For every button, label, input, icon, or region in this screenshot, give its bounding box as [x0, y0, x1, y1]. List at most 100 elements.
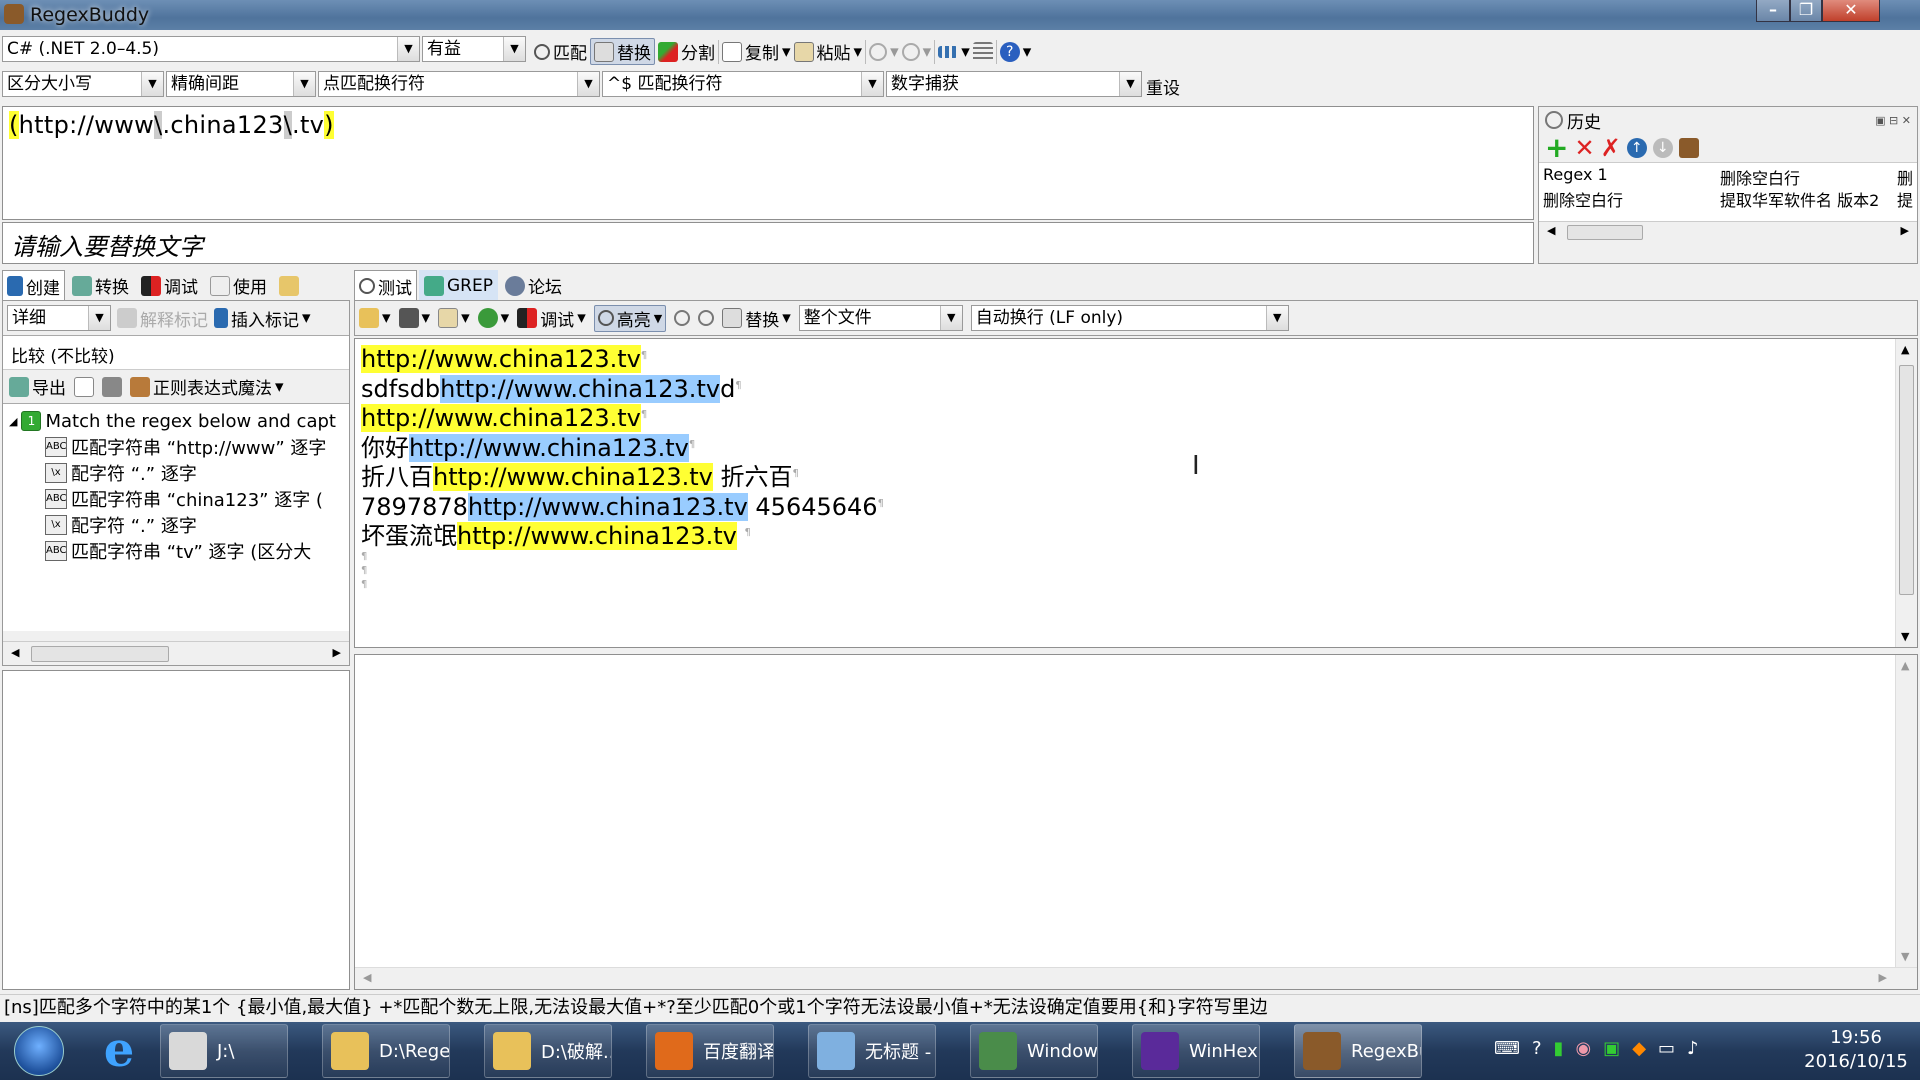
owl-icon[interactable]	[1678, 137, 1699, 158]
test-vscroll[interactable]: ▲ ▼	[1895, 339, 1917, 647]
undo-button[interactable]: ▾	[869, 42, 899, 62]
prev-match-button[interactable]	[674, 310, 691, 326]
insert-token-button[interactable]: 插入标记 ▾	[214, 306, 311, 331]
test-editor[interactable]: http://www.china123.tv¶ sdfsdbhttp://www.…	[354, 338, 1918, 648]
scope-select[interactable]: 整个文件 ▼	[798, 305, 963, 331]
tree-root[interactable]: ◢ 1 Match the regex below and capt	[9, 408, 343, 434]
tab-test[interactable]: 测试	[354, 270, 417, 301]
dot-select[interactable]: 点匹配换行符 ▼	[318, 71, 600, 97]
scroll-right-icon[interactable]: ▶	[333, 646, 341, 659]
minimize-button[interactable]: –	[1756, 0, 1790, 22]
next-match-button[interactable]	[698, 310, 715, 326]
capture-select[interactable]: 数字捕获 ▼	[886, 71, 1142, 97]
tray-app-icon[interactable]: ◆	[1632, 1038, 1646, 1059]
paste-test-button[interactable]: ▾	[438, 308, 470, 328]
scroll-left-icon[interactable]: ◀	[11, 646, 19, 659]
taskbar-button[interactable]: 无标题 - ...	[808, 1024, 936, 1078]
taskbar-button[interactable]: D:\Rege...	[322, 1024, 450, 1078]
add-icon[interactable]: +	[1545, 133, 1568, 161]
panel-controls-icon[interactable]: ▣ ⊟ ✕	[1875, 114, 1911, 127]
result-vscroll[interactable]: ▲ ▼	[1895, 655, 1917, 989]
tab-debug[interactable]: 调试	[136, 270, 203, 301]
regex-magic-button[interactable]: 正则表达式魔法 ▾	[130, 374, 284, 399]
maximize-button[interactable]: ❐	[1790, 0, 1822, 22]
options-button[interactable]	[972, 41, 993, 62]
scroll-thumb[interactable]	[1899, 365, 1914, 595]
refresh-button[interactable]: ▾	[477, 308, 509, 328]
mode-select[interactable]: 有益 ▼	[422, 36, 526, 62]
annotate-button[interactable]: 解释标记	[117, 306, 208, 331]
replace-input[interactable]: 请输入要替换文字	[2, 222, 1534, 264]
reset-button[interactable]: 重设	[1146, 74, 1180, 99]
tab-use[interactable]: 使用	[205, 270, 272, 301]
tab-library[interactable]	[274, 270, 304, 301]
replace-mode-button[interactable]: 替换	[590, 38, 655, 65]
debug-button[interactable]: 调试 ▾	[517, 306, 586, 331]
regex-editor[interactable]: (http://www\.china123\.tv)	[2, 106, 1534, 220]
case-select[interactable]: 区分大小写 ▼	[2, 71, 164, 97]
delete-icon[interactable]: ✕	[1574, 134, 1594, 162]
compare-field[interactable]: 比较 (不比较)	[3, 335, 349, 369]
tree-item[interactable]: ABC 匹配字符串 “http://www” 逐字	[9, 434, 343, 460]
scroll-right-icon[interactable]: ▶	[1901, 224, 1909, 237]
tree-item[interactable]: \x 配字符 “.” 逐字	[9, 460, 343, 486]
tree-item[interactable]: \x 配字符 “.” 逐字	[9, 512, 343, 538]
network-icon[interactable]: ▭	[1658, 1038, 1675, 1059]
scroll-down-icon[interactable]: ▼	[1901, 950, 1909, 963]
history-hscroll[interactable]: ◀ ▶	[1539, 221, 1917, 243]
paste-button[interactable]: 粘贴 ▾	[793, 39, 862, 64]
scroll-left-icon[interactable]: ◀	[1547, 224, 1555, 237]
replace-test-button[interactable]: 替换 ▾	[722, 306, 791, 331]
save-button[interactable]: ▾	[398, 308, 430, 328]
redo-button[interactable]: ▾	[901, 42, 931, 62]
move-up-icon[interactable]: ↑	[1626, 137, 1647, 158]
split-button[interactable]: 分割	[658, 39, 715, 64]
tab-grep[interactable]: GREP	[419, 270, 498, 301]
copy-button[interactable]: 复制 ▾	[722, 39, 791, 64]
scroll-left-icon[interactable]: ◀	[363, 971, 371, 984]
taskbar-button[interactable]: Window...	[970, 1024, 1098, 1078]
layout-button[interactable]: ▾	[938, 42, 970, 62]
open-button[interactable]: ▾	[359, 308, 391, 328]
scroll-right-icon[interactable]: ▶	[1879, 971, 1887, 984]
close-button[interactable]: ✕	[1822, 0, 1880, 22]
help-icon[interactable]: ?	[1532, 1038, 1542, 1059]
scroll-down-icon[interactable]: ▼	[1901, 630, 1909, 643]
result-pane[interactable]: ▲ ▼ ◀ ▶	[354, 654, 1918, 990]
tray-app-icon[interactable]: ◉	[1575, 1038, 1591, 1059]
spacing-select[interactable]: 精确间距 ▼	[166, 71, 316, 97]
print-icon[interactable]	[102, 376, 122, 397]
start-button[interactable]	[14, 1026, 64, 1076]
tree-item[interactable]: ABC 匹配字符串 “china123” 逐字 (	[9, 486, 343, 512]
copy-icon[interactable]	[74, 376, 94, 397]
tab-forum[interactable]: 论坛	[500, 270, 567, 301]
collapse-icon[interactable]: ◢	[9, 415, 17, 428]
tree-hscroll[interactable]: ◀ ▶	[3, 641, 349, 665]
anchors-select[interactable]: ^$ 匹配换行符 ▼	[602, 71, 884, 97]
tab-convert[interactable]: 转换	[67, 270, 134, 301]
taskbar-button[interactable]: WinHex ...	[1132, 1024, 1260, 1078]
battery-icon[interactable]: ▮	[1554, 1038, 1564, 1059]
taskbar-button[interactable]: RegexBu...	[1294, 1024, 1422, 1078]
tab-create[interactable]: 创建	[2, 270, 65, 301]
history-row[interactable]: Regex 1 删除空白行 删	[1543, 165, 1913, 188]
help-button[interactable]: ? ▾	[999, 41, 1031, 62]
taskbar-button[interactable]: 百度翻译...	[646, 1024, 774, 1078]
ie-icon[interactable]: e	[96, 1026, 142, 1074]
volume-icon[interactable]: ♪	[1687, 1038, 1699, 1059]
detail-select[interactable]: 详细 ▼	[7, 305, 111, 331]
scroll-thumb[interactable]	[1567, 225, 1643, 240]
tree-item[interactable]: ABC 匹配字符串 “tv” 逐字 (区分大	[9, 538, 343, 564]
highlight-button[interactable]: 高亮 ▼	[593, 304, 667, 332]
tray-app-icon[interactable]: ▣	[1603, 1038, 1620, 1059]
scroll-up-icon[interactable]: ▲	[1901, 343, 1909, 356]
scroll-up-icon[interactable]: ▲	[1901, 659, 1909, 672]
match-button[interactable]: 匹配	[534, 39, 587, 64]
wrap-select[interactable]: 自动换行 (LF only) ▼	[970, 305, 1289, 331]
clock[interactable]: 19:56 2016/10/15	[1800, 1026, 1912, 1074]
move-down-icon[interactable]: ↓	[1652, 137, 1673, 158]
scroll-thumb[interactable]	[31, 646, 169, 662]
flavor-select[interactable]: C# (.NET 2.0–4.5) ▼	[2, 36, 420, 62]
history-row[interactable]: 删除空白行 提取华军软件名 版本2 提	[1543, 187, 1913, 210]
taskbar-button[interactable]: J:\	[160, 1024, 288, 1078]
